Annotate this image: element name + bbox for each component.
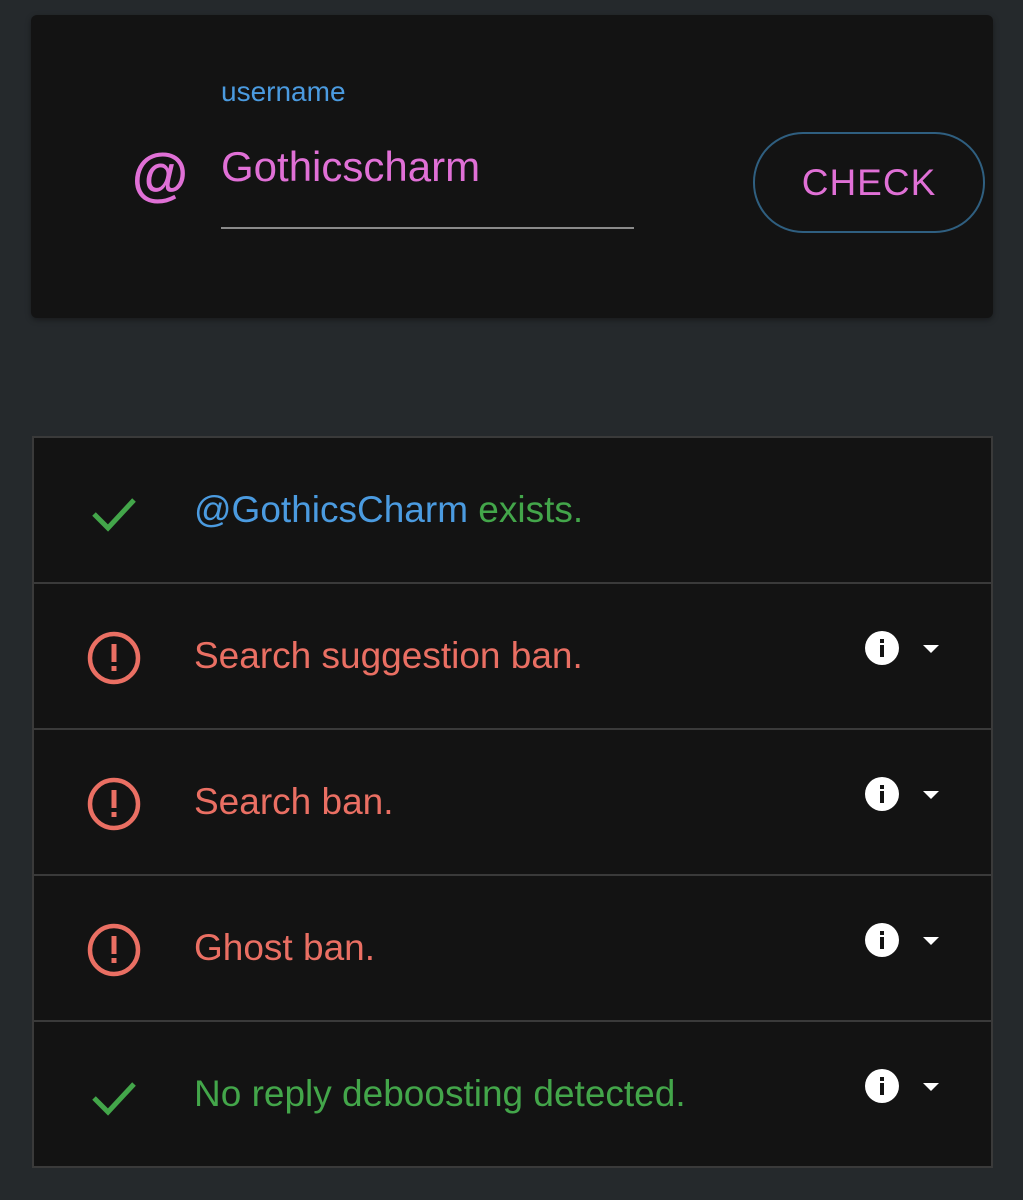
chevron-down-icon[interactable]: [919, 642, 943, 656]
result-status-text: exists.: [468, 489, 584, 530]
result-text: No reply deboosting detected.: [194, 1073, 686, 1114]
info-icon[interactable]: [864, 630, 900, 666]
results-list: @GothicsCharm exists. Search suggestion …: [32, 436, 993, 1168]
username-card: @ username CHECK: [31, 15, 993, 318]
username-input[interactable]: [221, 137, 631, 197]
checkmark-icon: [92, 1082, 136, 1116]
result-row-search-ban: Search ban.: [34, 728, 991, 874]
at-icon: @: [130, 143, 188, 208]
result-text: Search ban.: [194, 781, 394, 822]
result-text: Ghost ban.: [194, 927, 376, 968]
info-icon[interactable]: [864, 1068, 900, 1104]
result-row-search-suggestion-ban: Search suggestion ban.: [34, 582, 991, 728]
chevron-down-icon[interactable]: [919, 934, 943, 948]
username-underline: [221, 227, 634, 229]
chevron-down-icon[interactable]: [919, 788, 943, 802]
alert-circle-icon: [87, 631, 141, 685]
result-text: Search suggestion ban.: [194, 635, 583, 676]
check-button[interactable]: CHECK: [753, 132, 985, 233]
info-icon[interactable]: [864, 922, 900, 958]
result-row-reply-deboosting: No reply deboosting detected.: [34, 1020, 991, 1166]
result-text: @GothicsCharm exists.: [194, 484, 583, 536]
checkmark-icon: [92, 498, 136, 532]
result-row-ghost-ban: Ghost ban.: [34, 874, 991, 1020]
info-icon[interactable]: [864, 776, 900, 812]
username-label: username: [221, 76, 346, 107]
alert-circle-icon: [87, 923, 141, 977]
chevron-down-icon[interactable]: [919, 1080, 943, 1094]
result-handle: @GothicsCharm: [194, 489, 469, 530]
alert-circle-icon: [87, 777, 141, 831]
result-row-exists: @GothicsCharm exists.: [34, 438, 991, 582]
